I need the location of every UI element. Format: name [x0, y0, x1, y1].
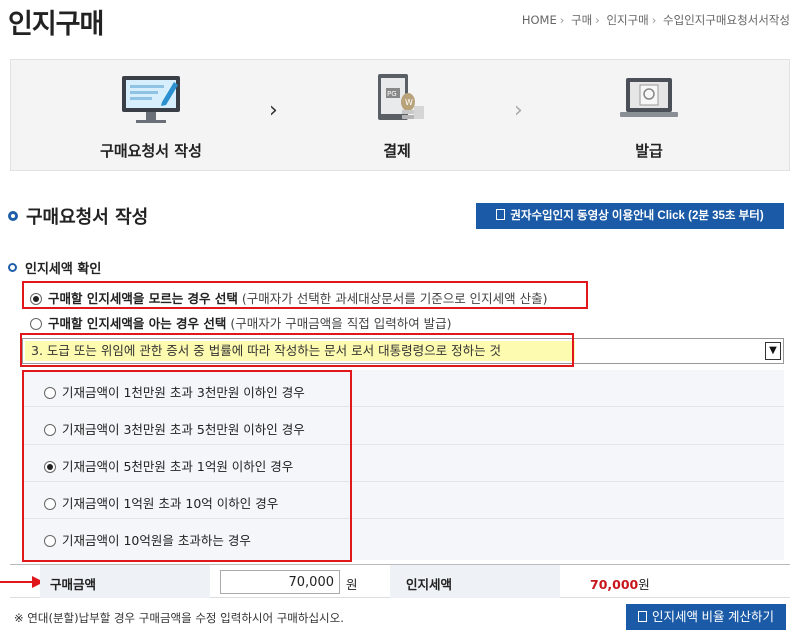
bullet-icon: [8, 211, 18, 221]
highlight-box: [22, 370, 352, 562]
highlight-box: [20, 333, 574, 367]
radio-checked-icon[interactable]: [30, 292, 42, 305]
svg-text:W: W: [405, 98, 413, 107]
tax-check-title: 인지세액 확인: [8, 258, 101, 277]
option-known-amount[interactable]: 구매할 인지세액을 아는 경우 선택 (구매자가 구매금액을 직접 입력하여 발…: [30, 313, 452, 332]
section-title: 구매요청서 작성: [8, 203, 148, 229]
purchase-amount-label: 구매금액: [50, 577, 97, 592]
installment-note: ※ 연대(분할)납부할 경우 구매금액을 수정 입력하시어 구매하십시오.: [14, 611, 344, 625]
option-unknown-amount[interactable]: 구매할 인지세액을 모르는 경우 선택 (구매자가 선택한 과세대상문서를 기준…: [30, 288, 548, 307]
monitor-pen-icon: [116, 72, 186, 128]
chevron-down-icon[interactable]: ▼: [765, 342, 781, 360]
totals-row: 구매금액 원 인지세액 70,000원: [10, 564, 790, 598]
page-title: 인지구매: [8, 9, 104, 40]
stamp-tax-value: 70,000원: [590, 577, 650, 592]
step-request: 구매요청서 작성: [81, 72, 221, 161]
chevron-right-icon: ›: [651, 13, 657, 27]
tax-rate-calc-button[interactable]: 인지세액 비율 계산하기: [626, 604, 786, 630]
payment-pg-icon: PG W: [362, 72, 432, 128]
step-progress: 구매요청서 작성 › PG W 결제 › 발급: [10, 59, 790, 171]
breadcrumb-purchase[interactable]: 구매: [571, 13, 592, 27]
laptop-stamp-icon: [614, 72, 684, 128]
chevron-right-icon: ›: [595, 13, 600, 27]
chevron-right-icon: ›: [514, 98, 523, 123]
stamp-tax-label: 인지세액: [406, 577, 453, 592]
purchase-unit: 원: [346, 577, 358, 592]
breadcrumb-home[interactable]: HOME: [522, 13, 557, 27]
purchase-amount-input[interactable]: [220, 570, 340, 594]
breadcrumb-stamp-purchase[interactable]: 인지구매: [606, 13, 648, 27]
bullet-icon: [8, 263, 17, 272]
step-payment-label: 결제: [383, 142, 411, 160]
step-payment: PG W 결제: [327, 72, 467, 161]
radio-icon[interactable]: [30, 317, 42, 330]
video-guide-button[interactable]: 권자수입인지 동영상 이용안내 Click (2분 35초 부터): [476, 203, 784, 229]
document-icon: [496, 209, 506, 221]
chevron-right-icon: ›: [269, 98, 278, 123]
step-issue: 발급: [579, 72, 719, 161]
step-issue-label: 발급: [635, 142, 663, 160]
breadcrumb-current: 수입인지구매요청서서작성: [663, 13, 790, 27]
breadcrumb: HOME › 구매 › 인지구매 › 수입인지구매요청서서작성: [522, 12, 790, 28]
svg-text:PG: PG: [387, 90, 397, 98]
step-request-label: 구매요청서 작성: [100, 142, 202, 160]
document-icon: [638, 611, 648, 623]
chevron-right-icon: ›: [559, 13, 565, 27]
